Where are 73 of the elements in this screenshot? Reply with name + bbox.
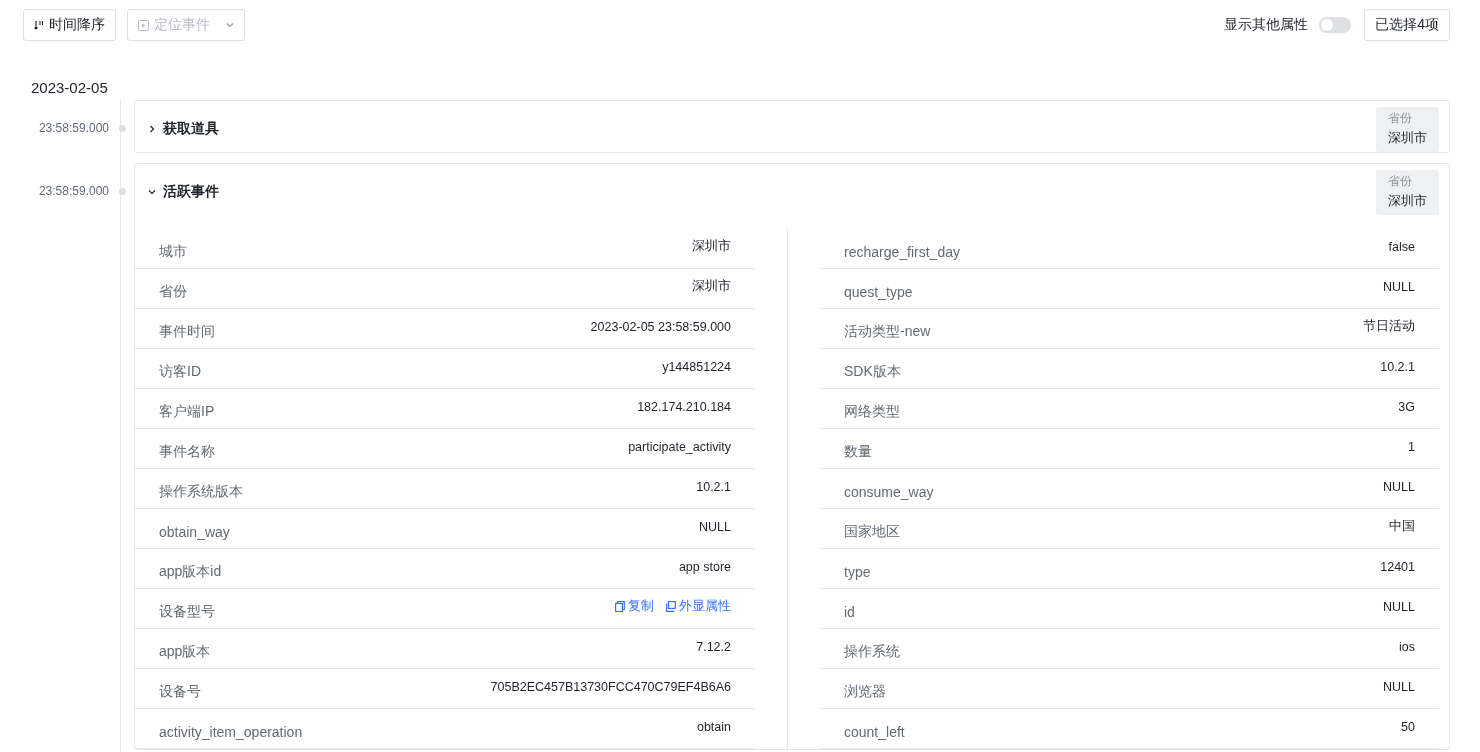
copy-icon xyxy=(615,601,625,612)
property-value: 10.2.1 xyxy=(1380,359,1415,374)
toggle-label: 显示其他属性 xyxy=(1224,16,1309,34)
event-time: 23:58:59.000 xyxy=(37,184,109,198)
property-name: 浏览器 xyxy=(844,682,886,701)
property-name: consume_way xyxy=(844,483,934,500)
tag-label: 省份 xyxy=(1388,173,1413,190)
toggle-switch[interactable] xyxy=(1319,17,1352,33)
event-title[interactable]: 活跃事件 xyxy=(148,183,219,201)
property-name: 活动类型-new xyxy=(844,322,931,341)
tag-value: 深圳市 xyxy=(1388,129,1427,147)
property-value: NULL xyxy=(1383,599,1415,614)
property-name: 设备号 xyxy=(159,682,201,701)
event-title[interactable]: 获取道具 xyxy=(148,120,219,138)
property-name: activity_item_operation xyxy=(159,723,303,740)
property-value: 1 xyxy=(1408,439,1415,454)
property-name: 操作系统 xyxy=(844,642,900,661)
property-name: type xyxy=(844,563,871,580)
property-name: count_left xyxy=(844,723,905,740)
selected-count-button[interactable]: 已选择4项 xyxy=(1364,9,1450,41)
property-name: recharge_first_day xyxy=(844,243,960,260)
property-value: y144851224 xyxy=(662,359,731,374)
property-name: id xyxy=(844,603,855,620)
property-name: 设备型号 xyxy=(159,602,215,621)
property-name: obtain_way xyxy=(159,523,230,540)
event-time: 23:58:59.000 xyxy=(37,121,109,135)
date-heading: 2023-02-05 xyxy=(31,79,109,96)
property-value: obtain xyxy=(696,719,731,734)
property-name: 事件名称 xyxy=(159,442,215,461)
property-value: 中国 xyxy=(1389,518,1415,535)
sort-button[interactable]: 时间降序 xyxy=(23,9,116,41)
square-icon xyxy=(666,601,676,612)
property-name: app版本 xyxy=(159,642,211,661)
property-value: 7.12.2 xyxy=(696,639,731,654)
property-value: app store xyxy=(678,559,731,574)
display-attribute-link[interactable]: 外显属性 xyxy=(666,598,731,615)
copy-link[interactable]: 复制 xyxy=(615,598,654,615)
property-value: 12401 xyxy=(1380,559,1415,574)
property-value: 182.174.210.184 xyxy=(637,399,731,414)
tag-label: 省份 xyxy=(1388,110,1413,127)
property-value: 深圳市 xyxy=(692,278,731,295)
sort-icon xyxy=(34,20,44,30)
property-name: SDK版本 xyxy=(844,362,901,381)
property-value: NULL xyxy=(1383,279,1415,294)
property-name: app版本id xyxy=(159,562,222,581)
property-name: 数量 xyxy=(844,442,872,461)
property-name: 事件时间 xyxy=(159,322,215,341)
play-square-icon xyxy=(138,19,149,31)
property-name: 网络类型 xyxy=(844,402,900,421)
property-name: 操作系统版本 xyxy=(159,482,243,501)
property-value: NULL xyxy=(699,519,731,534)
property-name: 城市 xyxy=(159,242,187,261)
property-value: 节日活动 xyxy=(1363,318,1415,335)
property-value: 2023-02-05 23:58:59.000 xyxy=(590,319,731,334)
property-value: NULL xyxy=(1383,479,1415,494)
property-value: participate_activity xyxy=(628,439,731,454)
property-name: 客户端IP xyxy=(159,402,215,421)
property-name: quest_type xyxy=(844,283,913,300)
chevron-down-icon xyxy=(226,21,234,29)
property-value: 10.2.1 xyxy=(696,479,731,494)
tag-value: 深圳市 xyxy=(1388,192,1427,210)
chevron-down-icon[interactable] xyxy=(148,188,156,196)
property-name: 访客ID xyxy=(159,362,201,381)
property-value: 3G xyxy=(1398,399,1415,414)
property-value: ios xyxy=(1399,639,1415,654)
property-value: 705B2EC457B13730FCC470C79EF4B6A6 xyxy=(490,679,731,694)
chevron-right-icon[interactable] xyxy=(148,125,156,133)
property-value: false xyxy=(1388,239,1415,254)
property-value: NULL xyxy=(1383,679,1415,694)
property-value: 50 xyxy=(1401,719,1415,734)
property-name: 国家地区 xyxy=(844,522,900,541)
property-name: 省份 xyxy=(159,282,187,301)
property-value: 深圳市 xyxy=(692,238,731,255)
